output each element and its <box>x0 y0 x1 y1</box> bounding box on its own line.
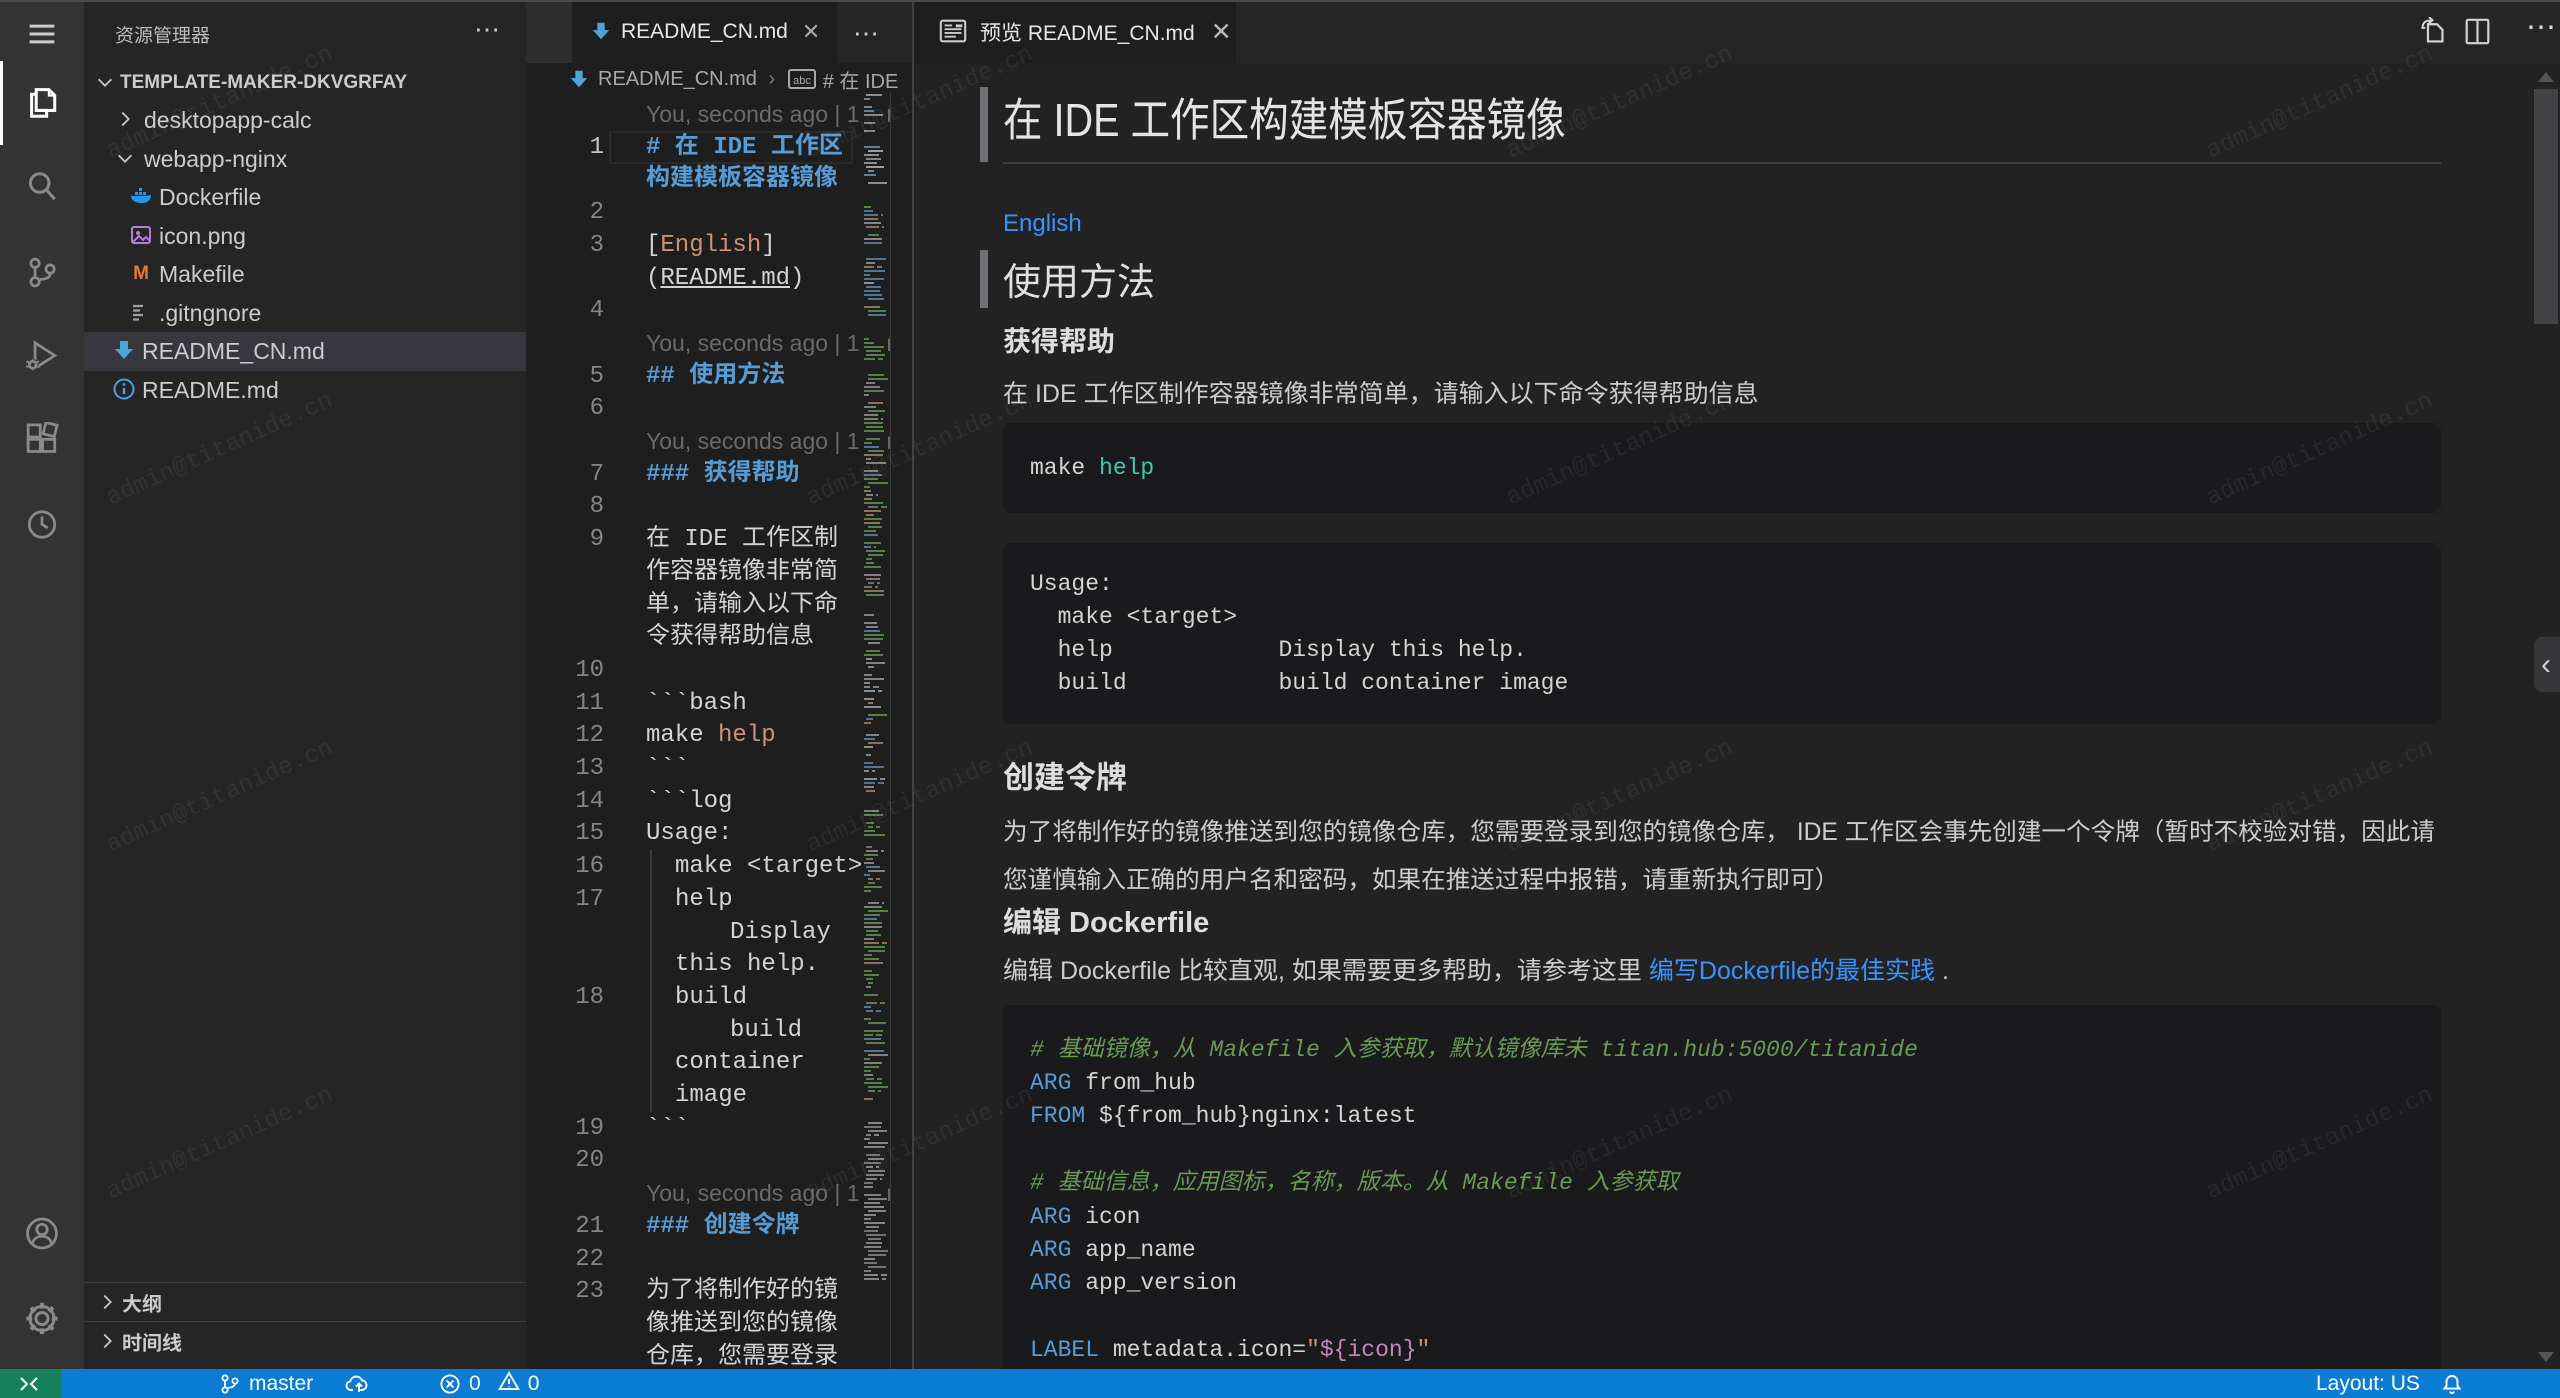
svg-text:abc: abc <box>793 75 811 87</box>
svg-text:M: M <box>133 263 149 284</box>
